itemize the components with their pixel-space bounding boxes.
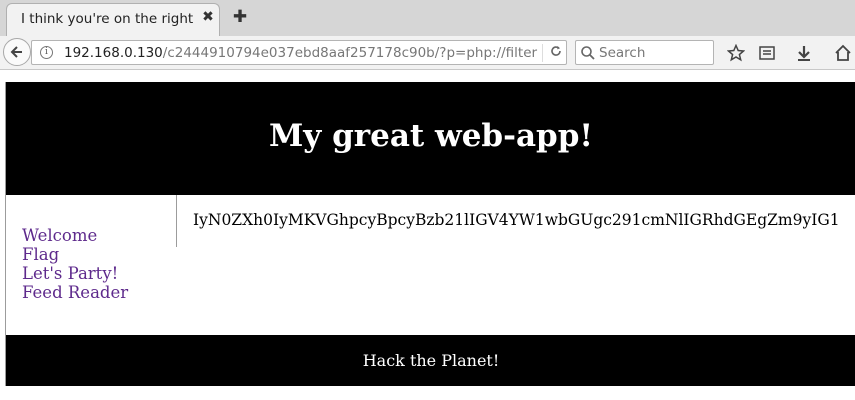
- menu-link-lets-party[interactable]: Let's Party!: [22, 264, 128, 283]
- tab-title: I think you're on the right ...: [21, 11, 196, 27]
- base64-content: IyN0ZXh0IyMKVGhpcyBpcyBzb21lIGV4YW1wbGUg…: [193, 211, 840, 229]
- search-bar[interactable]: Search: [575, 40, 714, 65]
- tab-strip: I think you're on the right ... ✖ ✚: [0, 0, 855, 36]
- site-footer: Hack the Planet!: [6, 335, 855, 386]
- reload-icon[interactable]: [542, 44, 565, 62]
- navigation-toolbar: i 192.168.0.130/c2444910794e037ebd8aaf25…: [0, 36, 855, 70]
- url-host: 192.168.0.130: [64, 45, 163, 61]
- active-tab[interactable]: I think you're on the right ... ✖: [6, 3, 220, 36]
- sidebar-menu: Welcome Flag Let's Party! Feed Reader: [22, 226, 128, 302]
- close-tab-icon[interactable]: ✖: [200, 9, 216, 25]
- site-header: My great web-app!: [6, 82, 855, 195]
- url-text[interactable]: 192.168.0.130/c2444910794e037ebd8aaf2571…: [64, 45, 537, 61]
- menu-link-welcome[interactable]: Welcome: [22, 226, 128, 245]
- search-placeholder: Search: [599, 45, 646, 61]
- footer-text: Hack the Planet!: [362, 351, 500, 370]
- web-page: My great web-app! Welcome Flag Let's Par…: [5, 82, 855, 386]
- reading-list-icon[interactable]: [758, 44, 776, 62]
- info-icon[interactable]: i: [40, 46, 53, 59]
- url-bar[interactable]: i 192.168.0.130/c2444910794e037ebd8aaf25…: [31, 40, 567, 65]
- download-icon[interactable]: [795, 44, 813, 62]
- url-path: /c2444910794e037ebd8aaf257178c90b/?p=php…: [162, 45, 538, 61]
- menu-link-feed-reader[interactable]: Feed Reader: [22, 283, 128, 302]
- new-tab-icon[interactable]: ✚: [232, 9, 248, 26]
- back-arrow-icon: [10, 46, 22, 58]
- search-icon: [581, 46, 595, 60]
- home-icon[interactable]: [834, 44, 852, 62]
- back-button[interactable]: [3, 38, 31, 66]
- menu-link-flag[interactable]: Flag: [22, 245, 128, 264]
- page-title: My great web-app!: [268, 118, 594, 154]
- bookmark-star-icon[interactable]: [726, 43, 746, 62]
